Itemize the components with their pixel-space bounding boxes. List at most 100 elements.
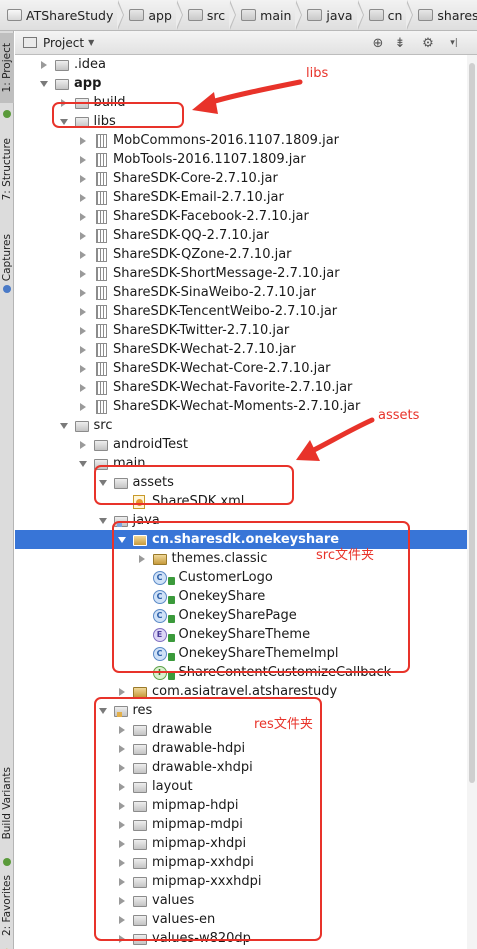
tab-structure[interactable]: 7: Structure xyxy=(0,123,14,215)
tree-node-label: MobCommons-2016.1107.1809.jar xyxy=(113,133,340,148)
tree-node-jar[interactable]: ShareSDK-Twitter-2.7.10.jar xyxy=(15,321,477,340)
tree-node-label: app xyxy=(74,76,102,91)
breadcrumb-label: cn xyxy=(387,7,403,23)
tree-node-jar[interactable]: ShareSDK-Wechat-Favorite-2.7.10.jar xyxy=(15,378,477,397)
project-view-selector[interactable]: Project xyxy=(43,36,84,50)
breadcrumb-label: java xyxy=(326,7,353,23)
tree-node-label: ShareSDK-Twitter-2.7.10.jar xyxy=(113,323,290,338)
collapsed-arrow-icon[interactable] xyxy=(78,250,88,260)
tree-node-folder[interactable]: .idea xyxy=(15,55,477,74)
tree-node-jar[interactable]: ShareSDK-QQ-2.7.10.jar xyxy=(15,226,477,245)
module-folder-icon xyxy=(129,9,145,21)
breadcrumb-item-3[interactable]: main xyxy=(238,0,296,30)
breadcrumb-separator xyxy=(175,0,183,30)
package-folder-icon xyxy=(368,9,384,21)
jar-icon xyxy=(94,399,108,414)
tab-project[interactable]: 1: Project xyxy=(0,33,14,103)
tree-node-jar[interactable]: ShareSDK-Wechat-2.7.10.jar xyxy=(15,340,477,359)
collapsed-arrow-icon[interactable] xyxy=(78,364,88,374)
hide-panel-icon[interactable]: ▾| xyxy=(445,34,463,52)
tree-node-jar[interactable]: ShareSDK-Email-2.7.10.jar xyxy=(15,188,477,207)
collapsed-arrow-icon[interactable] xyxy=(78,174,88,184)
tree-node-jar[interactable]: ShareSDK-QZone-2.7.10.jar xyxy=(15,245,477,264)
collapsed-arrow-icon[interactable] xyxy=(78,383,88,393)
jar-icon xyxy=(94,228,108,243)
tree-node-jar[interactable]: MobCommons-2016.1107.1809.jar xyxy=(15,131,477,150)
project-panel-header: Project ▼ ⊕ ⇟ ⚙ ▾| xyxy=(15,31,477,55)
tree-node-jar[interactable]: ShareSDK-Core-2.7.10.jar xyxy=(15,169,477,188)
collapsed-arrow-icon[interactable] xyxy=(78,212,88,222)
vertical-scrollbar[interactable] xyxy=(467,55,477,949)
folder-icon xyxy=(74,419,89,433)
breadcrumb-item-5[interactable]: cn xyxy=(366,0,408,30)
tab-build-variants[interactable]: Build Variants xyxy=(0,753,14,853)
breadcrumb-item-0[interactable]: ATShareStudy xyxy=(4,0,118,30)
collapse-icon[interactable]: ⇟ xyxy=(391,34,409,52)
tree-node-folder[interactable]: androidTest xyxy=(15,435,477,454)
annotation-label-src: src文件夹 xyxy=(316,548,374,563)
tree-node-jar[interactable]: ShareSDK-Wechat-Core-2.7.10.jar xyxy=(15,359,477,378)
folder-icon xyxy=(55,58,69,72)
collapsed-arrow-icon[interactable] xyxy=(78,193,88,203)
expanded-arrow-icon[interactable] xyxy=(59,421,69,431)
chevron-down-icon[interactable]: ▼ xyxy=(88,38,94,47)
tree-node-label: ShareSDK-Wechat-Moments-2.7.10.jar xyxy=(113,399,361,414)
annotation-label-assets: assets xyxy=(378,408,420,423)
breadcrumb-label: app xyxy=(148,7,172,23)
settings-gear-icon[interactable]: ⚙ xyxy=(419,34,437,52)
jar-icon xyxy=(94,285,108,300)
breadcrumb-item-4[interactable]: java xyxy=(304,0,357,30)
jar-icon xyxy=(94,304,108,319)
tree-node-label: androidTest xyxy=(113,437,188,452)
tree-node-jar[interactable]: ShareSDK-ShortMessage-2.7.10.jar xyxy=(15,264,477,283)
breadcrumb-item-1[interactable]: app xyxy=(126,0,177,30)
breadcrumb-item-6[interactable]: sharesdk xyxy=(415,0,477,30)
project-folder-icon xyxy=(7,9,22,21)
expanded-arrow-icon[interactable] xyxy=(39,79,49,89)
breadcrumb-separator xyxy=(117,0,125,30)
tree-node-jar[interactable]: ShareSDK-SinaWeibo-2.7.10.jar xyxy=(15,283,477,302)
annotation-label-libs: libs xyxy=(306,66,329,81)
tree-node-label: ShareSDK-QZone-2.7.10.jar xyxy=(113,247,292,262)
collapsed-arrow-icon[interactable] xyxy=(78,402,88,412)
folder-icon xyxy=(94,438,108,452)
collapsed-arrow-icon[interactable] xyxy=(78,136,88,146)
annotation-box-libs xyxy=(52,102,184,128)
collapsed-arrow-icon[interactable] xyxy=(78,288,88,298)
tree-node-jar[interactable]: ShareSDK-TencentWeibo-2.7.10.jar xyxy=(15,302,477,321)
tree-node-label: .idea xyxy=(74,57,106,72)
tab-favorites[interactable]: 2: Favorites xyxy=(0,865,14,945)
project-view-icon xyxy=(23,37,37,48)
expanded-arrow-icon[interactable] xyxy=(78,459,88,469)
tree-node-jar[interactable]: MobTools-2016.1107.1809.jar xyxy=(15,150,477,169)
collapsed-arrow-icon[interactable] xyxy=(78,155,88,165)
jar-icon xyxy=(94,266,108,281)
tab-captures[interactable]: Captures xyxy=(0,225,14,291)
collapsed-arrow-icon[interactable] xyxy=(78,326,88,336)
folder-icon xyxy=(55,77,69,91)
collapsed-arrow-icon[interactable] xyxy=(78,440,88,450)
tree-node-label: ShareSDK-Facebook-2.7.10.jar xyxy=(113,209,309,224)
annotation-box-assets xyxy=(94,465,294,505)
tree-node-label: ShareSDK-ShortMessage-2.7.10.jar xyxy=(113,266,340,281)
tree-node-label: ShareSDK-TencentWeibo-2.7.10.jar xyxy=(113,304,338,319)
expanded-arrow-icon[interactable] xyxy=(98,516,108,526)
captures-icon xyxy=(3,285,11,293)
target-icon[interactable]: ⊕ xyxy=(369,34,387,52)
tree-node-folder[interactable]: app xyxy=(15,74,477,93)
tree-node-label: src xyxy=(93,418,113,433)
collapsed-arrow-icon[interactable] xyxy=(117,687,127,697)
tool-window-strip: 1: Project 7: Structure Captures Build V… xyxy=(0,31,14,949)
collapsed-arrow-icon[interactable] xyxy=(78,231,88,241)
collapsed-arrow-icon[interactable] xyxy=(39,60,49,70)
jar-icon xyxy=(94,190,108,205)
tree-node-jar[interactable]: ShareSDK-Facebook-2.7.10.jar xyxy=(15,207,477,226)
scrollbar-thumb[interactable] xyxy=(469,63,475,783)
tree-node-label: ShareSDK-Core-2.7.10.jar xyxy=(113,171,278,186)
collapsed-arrow-icon[interactable] xyxy=(78,345,88,355)
breadcrumb-item-2[interactable]: src xyxy=(185,0,230,30)
collapsed-arrow-icon[interactable] xyxy=(78,307,88,317)
collapsed-arrow-icon[interactable] xyxy=(78,269,88,279)
tree-node-label: ShareSDK-Wechat-2.7.10.jar xyxy=(113,342,296,357)
android-icon xyxy=(3,110,11,118)
